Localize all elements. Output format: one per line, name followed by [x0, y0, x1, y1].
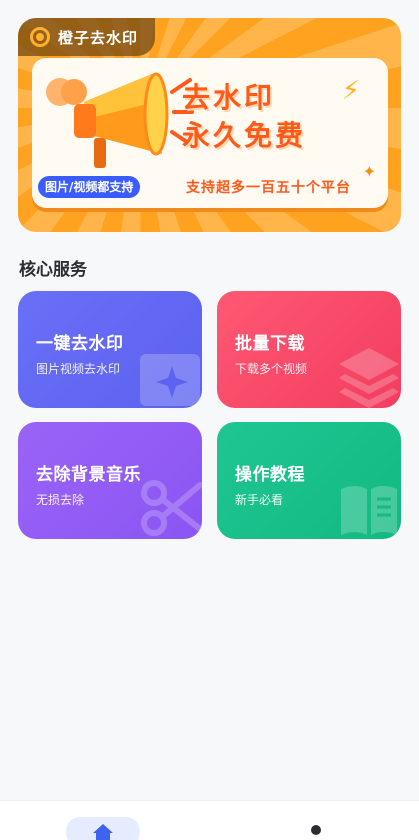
sparkle-icon: ✦ [362, 162, 376, 181]
service-remove-bgm[interactable]: 去除背景音乐 无损去除 [18, 422, 202, 539]
headline-secondary: 永久免费 [182, 119, 307, 152]
headline-primary: 去水印 [182, 81, 276, 114]
nav-home-tab[interactable] [66, 817, 140, 840]
bottom-nav [0, 800, 419, 840]
megaphone-icon [46, 72, 194, 168]
scissors-icon [141, 480, 202, 536]
app-name: 橙子去水印 [58, 28, 139, 47]
lightning-icon: ⚡ [341, 76, 360, 106]
section-title: 核心服务 [19, 260, 87, 280]
service-batch-download[interactable]: 批量下载 下载多个视频 [217, 291, 401, 408]
layers-icon [339, 348, 399, 408]
platforms-text: 支持超多一百五十个平台 [186, 180, 351, 196]
promo-card: 去水印 永久免费 ⚡ ✦ 图片/视频都支持 支持超多一百五十个平台 [32, 58, 388, 208]
service-tutorial[interactable]: 操作教程 新手必看 [217, 422, 401, 539]
home-icon [93, 824, 113, 840]
film-sparkle-icon [140, 354, 200, 406]
service-remove-watermark[interactable]: 一键去水印 图片视频去水印 [18, 291, 202, 408]
app-badge: 橙子去水印 [18, 18, 155, 56]
support-pill: 图片/视频都支持 [38, 176, 141, 198]
book-icon [341, 486, 397, 535]
promo-banner[interactable]: 橙子去水印 去水印 永久免费 ⚡ ✦ 图片/视频都支持 支持超多一百五十个平台 [18, 18, 401, 232]
user-icon[interactable] [304, 823, 328, 840]
app-logo-icon [30, 27, 50, 47]
